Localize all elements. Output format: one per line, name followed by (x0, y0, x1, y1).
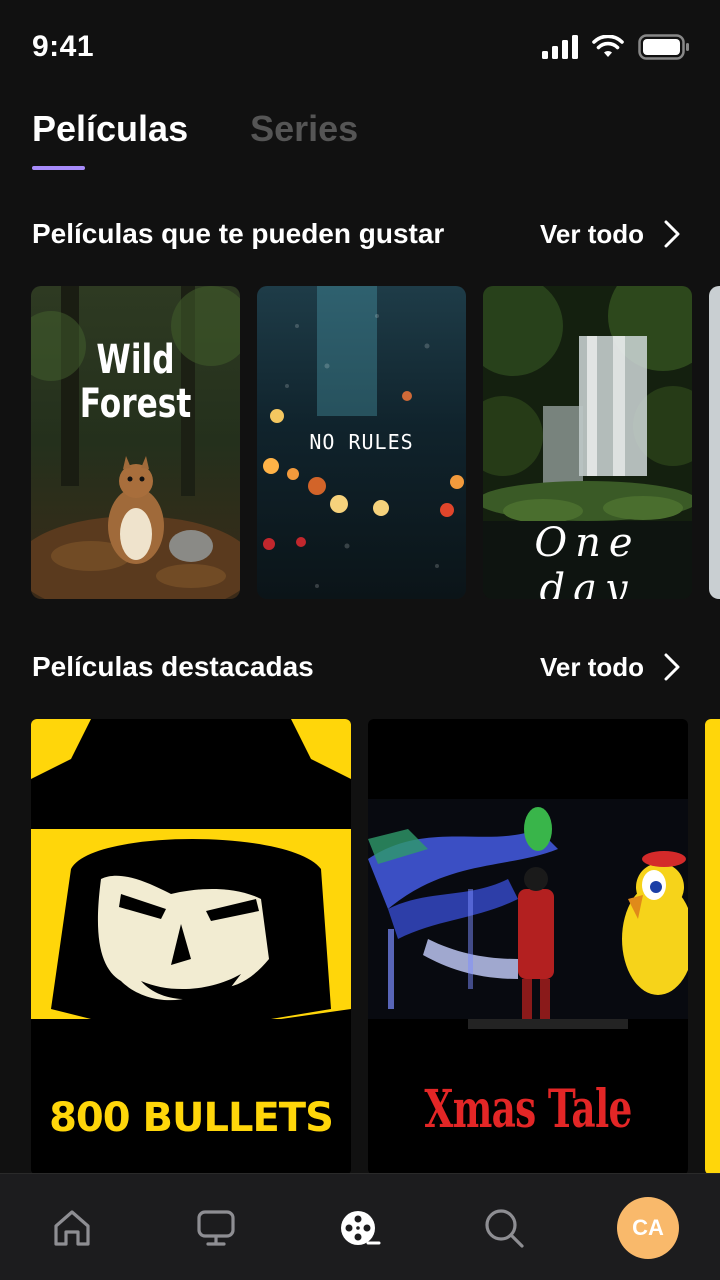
tab-peliculas[interactable]: Películas (32, 108, 188, 170)
recommended-carousel[interactable]: Wild Forest NO RULES One day (31, 286, 720, 599)
see-all-button[interactable]: Ver todo (540, 219, 680, 250)
card-title: Wild Forest (54, 338, 217, 426)
movie-card-xmas-tale[interactable]: Xmas Tale (368, 719, 688, 1175)
chevron-right-icon (664, 653, 680, 681)
status-bar: 9:41 (0, 0, 720, 96)
section-title: Películas destacadas (32, 651, 314, 682)
card-title: 800 BULLETS (49, 1095, 334, 1141)
movie-card-one-day[interactable]: One day (483, 286, 692, 599)
nav-movies[interactable] (330, 1198, 390, 1258)
nav-tv[interactable] (186, 1198, 246, 1258)
tv-icon (197, 1210, 235, 1246)
card-title: One day (534, 520, 641, 599)
movie-card-wild-forest[interactable]: Wild Forest (31, 286, 240, 599)
chevron-right-icon (664, 220, 680, 248)
bottom-navigation: CA (0, 1173, 720, 1280)
movie-card-800-bullets[interactable]: 800 BULLETS (31, 719, 351, 1175)
home-icon (54, 1210, 90, 1246)
status-time: 9:41 (32, 30, 95, 63)
film-reel-icon (341, 1211, 381, 1245)
status-icons (542, 34, 690, 60)
top-tabs: Películas Series (32, 108, 358, 170)
see-all-label: Ver todo (539, 651, 644, 682)
card-title-line2: Forest (79, 381, 192, 427)
movie-card-no-rules[interactable]: NO RULES (257, 286, 466, 599)
nav-home[interactable] (42, 1198, 102, 1258)
signal-icon (542, 35, 578, 59)
card-title: Xmas Tale (424, 1079, 632, 1140)
movie-card-peek[interactable] (709, 286, 720, 599)
search-icon (485, 1209, 524, 1248)
avatar[interactable]: CA (617, 1197, 679, 1259)
poster-wild-forest (31, 286, 240, 599)
section-title: Películas que te pueden gustar (32, 218, 445, 249)
wifi-icon (592, 35, 624, 57)
section-header-featured: Películas destacadas Ver todo (32, 651, 680, 683)
featured-carousel[interactable]: 800 BULLETS Xmas Tale (31, 719, 720, 1175)
tab-active-indicator (32, 166, 85, 170)
see-all-label: Ver todo (539, 218, 644, 249)
nav-search[interactable] (474, 1198, 534, 1258)
section-header-recommended: Películas que te pueden gustar Ver todo (32, 218, 680, 250)
see-all-button[interactable]: Ver todo (540, 652, 680, 683)
tab-series-label: Series (250, 108, 359, 149)
movie-card-peek[interactable] (705, 719, 720, 1175)
card-title-line1: Wild (96, 337, 175, 383)
tab-peliculas-label: Películas (32, 108, 189, 149)
card-title: NO RULES (309, 430, 414, 454)
battery-icon (638, 34, 689, 60)
tab-series[interactable]: Series (250, 108, 358, 170)
